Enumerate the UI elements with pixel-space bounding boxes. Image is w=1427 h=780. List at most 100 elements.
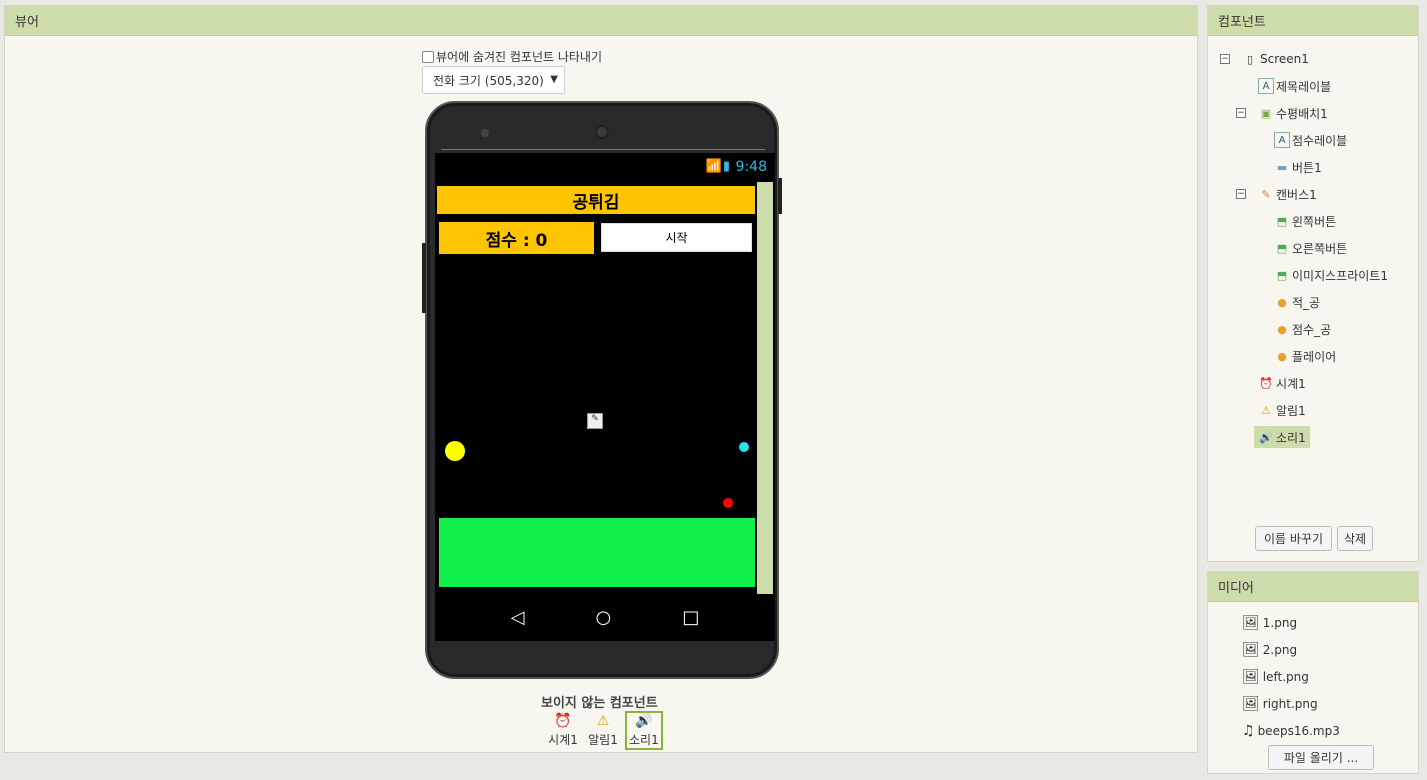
upload-file-button[interactable]: 파일 올리기 ... (1268, 745, 1374, 770)
signal-battery-icon: 📶▮ (705, 159, 731, 174)
nonvisible-sound[interactable]: 🔊 소리1 (625, 711, 663, 750)
media-file[interactable]: 🖼 1.png (1242, 613, 1297, 633)
viewer-panel: 뷰어 뷰어에 숨겨진 컴포넌트 나타내기 전화 크기 (505,320) ▼ 📶… (4, 5, 1198, 753)
tree-item-score-ball[interactable]: ● 점수_공 (1274, 318, 1331, 340)
canvas-icon: ✎ (1261, 187, 1271, 201)
rename-button[interactable]: 이름 바꾸기 (1255, 526, 1332, 551)
image-icon: 🖼 (1242, 696, 1260, 712)
media-file-label: 2.png (1262, 643, 1298, 657)
tree-label: 점수레이블 (1292, 133, 1348, 148)
nonvisible-notifier[interactable]: ⚠ 알림1 (585, 711, 621, 750)
phone-mockup: 📶▮ 9:48 공튀김 점수 : 0 시작 ✎ ◁ ○ □ (422, 101, 782, 679)
collapse-icon[interactable]: − (1236, 108, 1246, 118)
nonvisible-label: 소리1 (629, 733, 659, 747)
ball-icon: ● (1277, 295, 1287, 309)
canvas[interactable]: ✎ (437, 259, 755, 513)
tree-item-notifier1[interactable]: ⚠ 알림1 (1258, 399, 1306, 421)
tree-item-left-button[interactable]: ⬒ 왼쪽버튼 (1274, 210, 1336, 232)
collapse-icon[interactable]: − (1236, 189, 1246, 199)
nonvisible-label: 알림1 (588, 733, 618, 747)
image-icon: 🖼 (1242, 642, 1260, 658)
status-bar: 📶▮ 9:48 (435, 153, 775, 181)
collapse-icon[interactable]: − (1220, 54, 1230, 64)
phone-size-select[interactable]: 전화 크기 (505,320) ▼ (422, 66, 565, 94)
score-label[interactable]: 점수 : 0 (439, 222, 594, 254)
speaker-icon: 🔊 (1259, 430, 1273, 444)
viewer-title: 뷰어 (15, 15, 39, 30)
label-icon: A (1258, 78, 1274, 94)
tree-item-sound1[interactable]: 🔊 소리1 (1254, 426, 1310, 448)
tree-item-screen1[interactable]: − ▯ Screen1 (1220, 48, 1309, 70)
enemy-ball[interactable] (723, 498, 733, 508)
tree-item-clock1[interactable]: ⏰ 시계1 (1258, 372, 1306, 394)
tree-label: 시계1 (1276, 376, 1306, 391)
tree-item-enemy-ball[interactable]: ● 적_공 (1274, 291, 1320, 313)
tree-label: 이미지스프라이트1 (1292, 268, 1388, 283)
tree-item-player[interactable]: ● 플레이어 (1274, 345, 1336, 367)
show-hidden-label: 뷰어에 숨겨진 컴포넌트 나타내기 (436, 50, 603, 64)
title-label[interactable]: 공튀김 (437, 186, 755, 214)
media-file[interactable]: 🖼 right.png (1242, 694, 1318, 714)
recents-icon[interactable]: □ (682, 607, 699, 628)
label-icon: A (1274, 132, 1290, 148)
home-icon[interactable]: ○ (596, 607, 612, 628)
back-icon[interactable]: ◁ (511, 607, 525, 628)
tree-label: 점수_공 (1292, 322, 1332, 337)
tree-item-image-sprite1[interactable]: ⬒ 이미지스프라이트1 (1274, 264, 1388, 286)
phone-screen: 📶▮ 9:48 공튀김 점수 : 0 시작 ✎ ◁ ○ □ (435, 153, 775, 641)
status-time: 9:48 (735, 159, 767, 175)
tree-label: 버튼1 (1292, 160, 1322, 175)
checkbox-box[interactable] (422, 50, 434, 63)
media-file-label: 1.png (1262, 616, 1298, 630)
tree-label: 수평배치1 (1276, 106, 1328, 121)
imagesprite-icon: ⬒ (1276, 268, 1288, 282)
tree-label: 플레이어 (1292, 349, 1337, 364)
phone-sensor-icon (481, 129, 489, 137)
tree-label: 캔버스1 (1276, 187, 1317, 202)
tree-label: 왼쪽버튼 (1292, 214, 1337, 229)
nonvisible-components-list: ⏰ 시계1 ⚠ 알림1 🔊 소리1 (545, 711, 663, 750)
warning-icon: ⚠ (1261, 403, 1271, 417)
nonvisible-clock[interactable]: ⏰ 시계1 (545, 711, 581, 750)
green-pad (439, 518, 755, 587)
arrangement-icon: ▣ (1260, 106, 1272, 120)
ball-icon: ● (1277, 322, 1287, 336)
tree-label: 소리1 (1276, 430, 1306, 445)
media-title: 미디어 (1218, 581, 1254, 596)
media-file-label: right.png (1262, 697, 1318, 711)
image-sprite-icon[interactable]: ✎ (587, 413, 603, 429)
clock-icon: ⏰ (1259, 376, 1273, 390)
tree-item-button1[interactable]: ▬ 버튼1 (1274, 156, 1322, 178)
image-icon: 🖼 (1242, 669, 1260, 685)
components-panel: 컴포넌트 − ▯ Screen1 A 제목레이블 − ▣ 수평배치1 A 점수레… (1207, 5, 1419, 562)
tree-label: 제목레이블 (1276, 79, 1332, 94)
nonvisible-label: 시계1 (548, 733, 578, 747)
imagesprite-icon: ⬒ (1276, 214, 1288, 228)
tree-item-canvas1[interactable]: − ✎ 캔버스1 (1236, 183, 1317, 205)
media-file-label: beeps16.mp3 (1257, 724, 1340, 738)
media-file[interactable]: ♫ beeps16.mp3 (1242, 721, 1340, 741)
start-button[interactable]: 시작 (601, 223, 752, 252)
phone-size-value: 전화 크기 (505,320) (433, 73, 544, 88)
tree-item-right-button[interactable]: ⬒ 오른쪽버튼 (1274, 237, 1347, 259)
side-strip (757, 182, 773, 594)
music-icon: ♫ (1242, 723, 1255, 739)
phone-camera-icon (595, 125, 609, 139)
components-header: 컴포넌트 (1208, 6, 1418, 36)
media-header: 미디어 (1208, 572, 1418, 602)
player-ball[interactable] (445, 441, 465, 461)
phone-divider (441, 149, 765, 150)
dropdown-arrow-icon: ▼ (550, 74, 558, 85)
score-ball[interactable] (739, 442, 749, 452)
tree-item-horizontal-arrangement[interactable]: − ▣ 수평배치1 (1236, 102, 1328, 124)
media-file[interactable]: 🖼 left.png (1242, 667, 1309, 687)
delete-button[interactable]: 삭제 (1337, 526, 1373, 551)
image-icon: 🖼 (1242, 615, 1260, 631)
media-file[interactable]: 🖼 2.png (1242, 640, 1297, 660)
show-hidden-components-checkbox[interactable]: 뷰어에 숨겨진 컴포넌트 나타내기 (422, 48, 602, 65)
tree-item-score-label[interactable]: A 점수레이블 (1274, 129, 1347, 151)
tree-label: Screen1 (1260, 52, 1309, 66)
nav-bar: ◁ ○ □ (435, 594, 775, 641)
media-file-label: left.png (1262, 670, 1309, 684)
tree-item-title-label[interactable]: A 제목레이블 (1258, 75, 1331, 97)
